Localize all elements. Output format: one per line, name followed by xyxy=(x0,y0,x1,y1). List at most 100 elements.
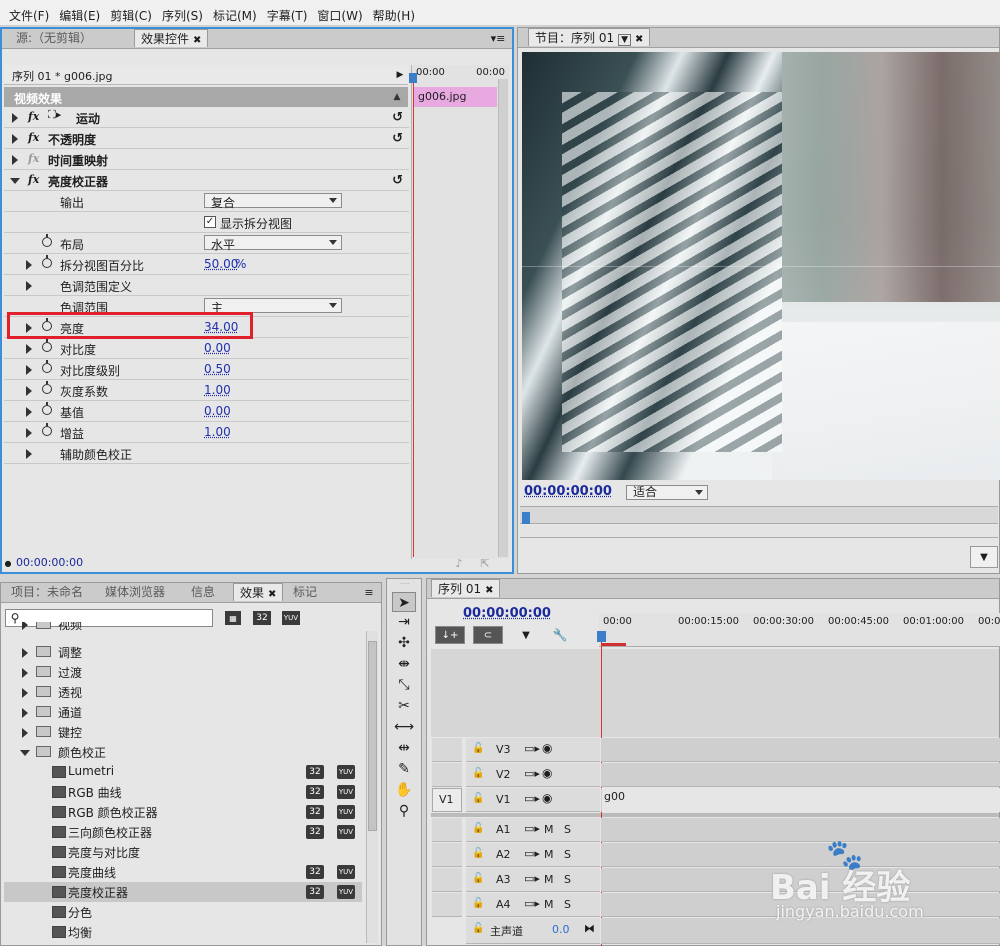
expand-icon[interactable] xyxy=(22,688,28,698)
effects-list-scrollbar[interactable] xyxy=(366,631,378,943)
go-to-end-icon[interactable]: ⧓ xyxy=(584,922,595,935)
razor-tool-icon[interactable]: ✂ xyxy=(392,696,416,716)
add-marker-icon[interactable]: ▼ xyxy=(519,628,533,642)
stopwatch-icon[interactable] xyxy=(42,234,52,247)
motion-icon[interactable]: ⛶▸ xyxy=(48,108,61,122)
track-target-slot[interactable] xyxy=(432,868,462,892)
expand-icon[interactable] xyxy=(12,113,18,123)
linked-selection-icon[interactable]: ⊂ xyxy=(473,626,503,644)
settings-wrench-icon[interactable]: 🔧 xyxy=(553,628,568,642)
expand-icon[interactable] xyxy=(26,281,32,291)
eye-icon[interactable]: ◉ xyxy=(542,766,552,780)
list-item-folder[interactable]: 视频 xyxy=(4,622,362,640)
slide-tool-icon[interactable]: ⇹ xyxy=(392,738,416,758)
list-item-folder[interactable]: 通道 xyxy=(4,702,362,722)
stopwatch-icon[interactable] xyxy=(42,339,52,352)
tonal-range-dropdown[interactable]: 主 xyxy=(204,298,342,315)
toggle-output-icon[interactable]: ▭▸ xyxy=(524,872,540,885)
eye-icon[interactable]: ◉ xyxy=(542,791,552,805)
close-icon[interactable]: ✖ xyxy=(268,589,276,600)
program-ruler[interactable] xyxy=(520,506,998,524)
solo-button[interactable]: S xyxy=(564,898,571,911)
expand-icon[interactable] xyxy=(26,344,32,354)
toggle-output-icon[interactable]: ▭▸ xyxy=(524,847,540,860)
program-timecode[interactable]: 00:00:00:00 xyxy=(524,484,612,499)
track-target-slot[interactable] xyxy=(432,738,462,762)
tab-effects[interactable]: 效果 ✖ xyxy=(233,583,284,601)
stopwatch-icon[interactable] xyxy=(42,360,52,373)
zoom-tool-icon[interactable]: ⚲ xyxy=(392,801,416,821)
lock-icon[interactable]: 🔓 xyxy=(472,898,484,909)
split-view-checkbox[interactable]: ✓ xyxy=(204,216,216,228)
mute-button[interactable]: M xyxy=(544,873,554,886)
video-track-header[interactable]: 🔓 V3 ▭▸ ◉ xyxy=(466,738,600,762)
reset-icon[interactable]: ↺ xyxy=(392,173,403,188)
mute-button[interactable]: M xyxy=(544,823,554,836)
solo-button[interactable]: S xyxy=(564,823,571,836)
contrast-value[interactable]: 0.00 xyxy=(204,341,231,355)
video-track-header[interactable]: 🔓 V1 ▭▸ ◉ xyxy=(466,788,600,812)
track-target-slot[interactable] xyxy=(432,893,462,917)
menu-clip[interactable]: 剪辑(C) xyxy=(105,0,157,26)
solo-button[interactable]: S xyxy=(564,873,571,886)
effect-row-motion[interactable]: fx ⛶▸ 运动 ↺ xyxy=(4,107,409,128)
expand-icon[interactable] xyxy=(12,134,18,144)
close-icon[interactable]: ✖ xyxy=(635,34,643,45)
collapse-icon[interactable] xyxy=(10,178,20,184)
rate-stretch-tool-icon[interactable]: ⤡ xyxy=(392,675,416,695)
expand-icon[interactable] xyxy=(26,407,32,417)
stopwatch-icon[interactable] xyxy=(42,423,52,436)
stopwatch-icon[interactable] xyxy=(42,381,52,394)
expand-icon[interactable] xyxy=(22,708,28,718)
output-dropdown[interactable]: 复合 xyxy=(204,193,342,210)
split-percent-value[interactable]: 50.00 xyxy=(204,257,238,271)
list-item-effect[interactable]: 三向颜色校正器 32 YUV xyxy=(4,822,362,842)
ec-footer-time[interactable]: 00:00:00:00 xyxy=(16,556,83,569)
eye-icon[interactable]: ◉ xyxy=(542,741,552,755)
lock-icon[interactable]: 🔓 xyxy=(472,743,484,754)
ec-playhead[interactable] xyxy=(413,79,414,557)
tab-project[interactable]: 项目：未命名 xyxy=(5,583,89,601)
lock-icon[interactable]: 🔓 xyxy=(472,923,484,934)
list-item-folder[interactable]: 透视 xyxy=(4,682,362,702)
timeline-timecode[interactable]: 00:00:00:00 xyxy=(463,606,551,621)
timeline-playhead-handle[interactable] xyxy=(597,631,606,642)
timeline-clip[interactable]: g00 xyxy=(602,788,1000,812)
contrast-level-value[interactable]: 0.50 xyxy=(204,362,231,376)
mute-button[interactable]: M xyxy=(544,848,554,861)
lock-icon[interactable]: 🔓 xyxy=(472,768,484,779)
ripple-edit-tool-icon[interactable]: ✣ xyxy=(392,633,416,653)
panel-menu-icon[interactable]: ▾≡ xyxy=(490,31,506,45)
video-track-lane[interactable] xyxy=(601,738,1000,762)
expand-icon[interactable] xyxy=(26,386,32,396)
slip-tool-icon[interactable]: ⟷ xyxy=(392,717,416,737)
expand-icon[interactable] xyxy=(22,728,28,738)
list-item-effect[interactable]: 亮度校正器 32 YUV xyxy=(4,882,362,902)
expand-icon[interactable] xyxy=(22,622,28,630)
effect-row-time-remap[interactable]: fx 时间重映射 xyxy=(4,149,409,170)
list-item-effect[interactable]: RGB 曲线 32 YUV xyxy=(4,782,362,802)
audio-track-header[interactable]: 🔓 A2 ▭▸ M S xyxy=(466,843,600,867)
ruler-work-area[interactable] xyxy=(602,643,626,646)
collapse-icon[interactable] xyxy=(20,750,30,756)
lock-icon[interactable]: 🔓 xyxy=(472,873,484,884)
list-item-effect[interactable]: 分色 xyxy=(4,902,362,922)
list-item-effect[interactable]: 亮度与对比度 xyxy=(4,842,362,862)
program-video-frame[interactable] xyxy=(522,52,1000,480)
gain-value[interactable]: 1.00 xyxy=(204,425,231,439)
stopwatch-icon[interactable] xyxy=(42,255,52,268)
expand-icon[interactable] xyxy=(26,428,32,438)
selection-tool-icon[interactable]: ➤ xyxy=(392,592,416,612)
fit-dropdown[interactable]: 适合 xyxy=(626,485,708,500)
menu-help[interactable]: 帮助(H) xyxy=(368,0,420,26)
track-select-tool-icon[interactable]: ⇥ xyxy=(392,612,416,632)
master-value[interactable]: 0.0 xyxy=(552,923,570,936)
list-item-effect[interactable]: Lumetri 32 YUV xyxy=(4,762,362,782)
audio-icon[interactable]: ♪ xyxy=(450,556,468,570)
audio-divider[interactable] xyxy=(431,813,999,817)
tab-markers[interactable]: 标记 xyxy=(287,583,323,601)
scrollbar-thumb[interactable] xyxy=(368,641,377,831)
list-item-folder[interactable]: 键控 xyxy=(4,722,362,742)
lock-icon[interactable]: 🔓 xyxy=(472,848,484,859)
close-icon[interactable]: ✖ xyxy=(485,585,493,596)
